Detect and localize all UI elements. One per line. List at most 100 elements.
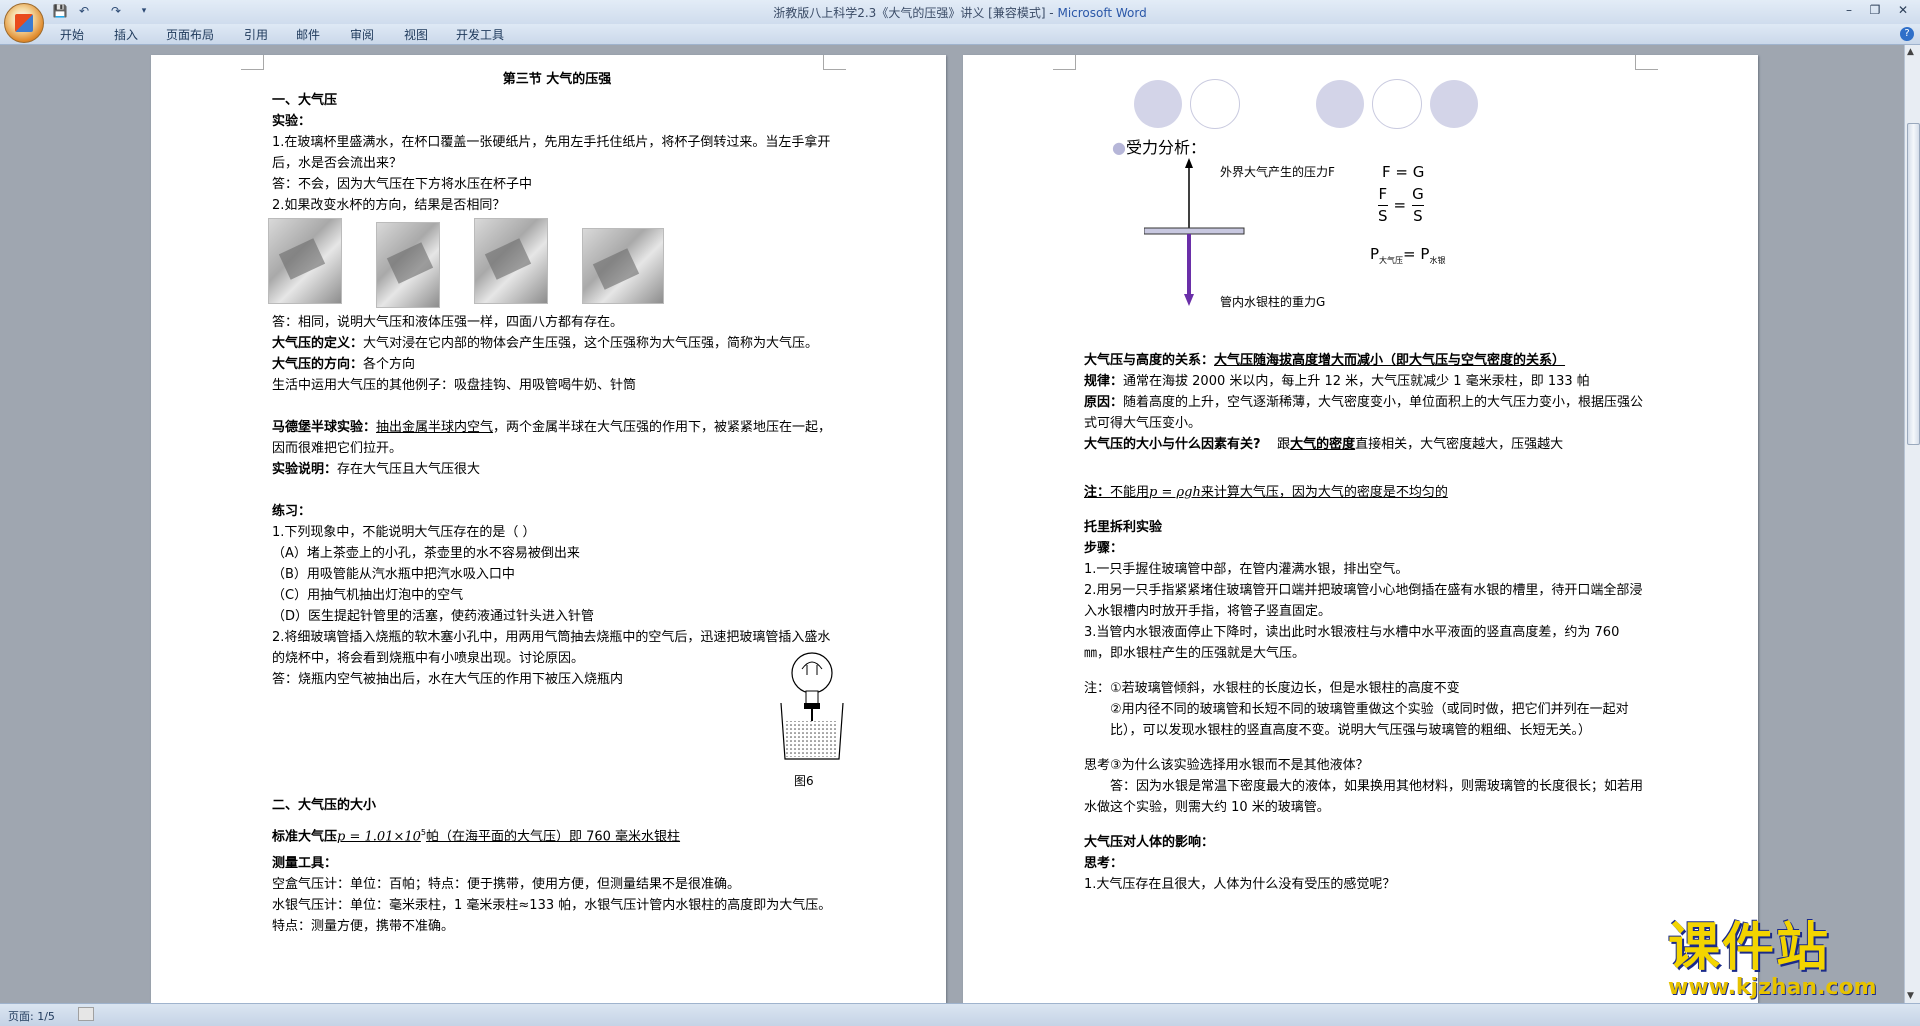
minimize-icon[interactable]: – [1838, 2, 1860, 18]
experiment-answer-2: 答：相同，说明大气压和液体压强一样，四面八方都有存在。 [272, 315, 624, 330]
page-2[interactable]: ●受力分析： 外界大气产生的压力F 管内水银柱的重力G F = G FS = G… [963, 55, 1758, 1015]
scroll-down-icon[interactable]: ▼ [1907, 991, 1914, 1001]
eq-numerator-left: F [1378, 185, 1388, 203]
status-bar: 页面: 1/5 [0, 1003, 1920, 1026]
tab-mailings[interactable]: 邮件 [292, 26, 324, 43]
heading-pressure-magnitude: 二、大气压的大小 [272, 798, 377, 813]
magdeburg-label: 马德堡半球实验： [272, 420, 377, 435]
equation-f-equals-g: F = G [1382, 163, 1425, 181]
practice-label: 练习： [272, 504, 312, 519]
vertical-scrollbar[interactable]: ▲ ▼ [1904, 45, 1920, 1003]
proofing-icon[interactable] [78, 1007, 94, 1021]
experiment-label: 实验： [272, 114, 312, 129]
crop-mark [241, 55, 264, 70]
direction-label: 大气压的方向： [272, 357, 364, 372]
factor-pre: 跟 [1277, 437, 1291, 452]
scroll-up-icon[interactable]: ▲ [1907, 47, 1914, 57]
downward-force-label: 管内水银柱的重力G [1220, 295, 1326, 309]
life-examples: 生活中运用大气压的其他例子：吸盘挂钩、用吸管喝牛奶、针筒 [272, 378, 637, 393]
rule-label: 规律： [1084, 374, 1124, 389]
torricelli-heading: 托里拆利实验 [1084, 520, 1163, 535]
experiment-question-2: 2.如果改变水杯的方向，结果是否相同？ [272, 198, 506, 213]
standard-pressure-text: 帕（在海平面的大气压）即 760 毫米水银柱 [425, 829, 681, 845]
heading-atmospheric-pressure: 一、大气压 [272, 93, 338, 108]
factor-text: 直接相关，大气密度越大，压强越大 [1355, 437, 1564, 452]
experiment-photos [268, 218, 842, 310]
help-icon[interactable]: ? [1900, 27, 1914, 41]
option-b: （B）用吸管能从汽水瓶中把汽水吸入口中 [272, 567, 515, 582]
think-question-1: 1.大气压存在且很大，人体为什么没有受压的感觉呢？ [1084, 877, 1396, 892]
app-name: Microsoft Word [1057, 6, 1147, 20]
magdeburg-underline: 抽出金属半球内空气 [376, 420, 494, 435]
definition-label: 大气压的定义： [272, 336, 364, 351]
definition-text: 大气对浸在它内部的物体会产生压强，这个压强称为大气压强，简称为大气压。 [363, 336, 819, 351]
ribbon-tabs: 开始 插入 页面布局 引用 邮件 审阅 视图 开发工具 ? [0, 24, 1920, 45]
page-1-content: 第三节 大气的压强 一、大气压 实验： 1.在玻璃杯里盛满水，在杯口覆盖一张硬纸… [268, 69, 844, 937]
page-1[interactable]: 第三节 大气的压强 一、大气压 实验： 1.在玻璃杯里盛满水，在杯口覆盖一张硬纸… [151, 55, 946, 1015]
tab-insert[interactable]: 插入 [110, 26, 142, 43]
experiment-answer-1: 答：不会，因为大气压在下方将水压在杯子中 [272, 177, 533, 192]
scroll-thumb[interactable] [1907, 123, 1920, 445]
eq-numerator-right: G [1412, 185, 1424, 203]
altitude-text: 大气压随海拔高度增大而减小（即大气压与空气密度的关系） [1214, 353, 1566, 368]
explanation-label: 实验说明： [272, 462, 338, 477]
cup-photo [474, 218, 548, 304]
option-a: （A）堵上茶壶上的小孔，茶壶里的水不容易被倒出来 [272, 546, 580, 561]
crop-mark [823, 55, 846, 70]
note-label: 注： [1084, 485, 1111, 500]
standard-pressure-label: 标准大气压 [272, 829, 338, 845]
tab-developer[interactable]: 开发工具 [452, 26, 508, 43]
document-title: 浙教版八上科学2.3《大气的压强》讲义 [兼容模式] - [773, 6, 1058, 20]
explanation-text: 存在大气压且大气压很大 [337, 462, 481, 477]
decorative-circles [1134, 75, 1644, 133]
office-button[interactable] [4, 3, 44, 43]
title-bar: 💾 ↶ ↷ ▾ 浙教版八上科学2.3《大气的压强》讲义 [兼容模式] - Mic… [0, 0, 1920, 43]
document-workspace[interactable]: 第三节 大气的压强 一、大气压 实验： 1.在玻璃杯里盛满水，在杯口覆盖一张硬纸… [0, 45, 1904, 1015]
practice-question-1: 1.下列现象中，不能说明大气压存在的是（ ） [272, 525, 536, 540]
restore-icon[interactable]: ❐ [1864, 2, 1886, 18]
force-diagram: 外界大气产生的压力F 管内水银柱的重力G F = G FS = GS P大气压=… [1084, 158, 1644, 350]
upward-force-label: 外界大气产生的压力F [1220, 165, 1335, 179]
site-watermark: 课件站 www.kjzhan.com [1668, 920, 1908, 1002]
think-answer-3: 答：因为水银是常温下密度最大的液体，如果换用其他材料，则需玻璃管的长度很长；如若… [1084, 779, 1644, 815]
note-2-item-2: ②用内径不同的玻璃管和长短不同的玻璃管重做这个实验（或同时做，把它们并列在一起对… [1110, 702, 1629, 738]
section-title: 第三节 大气的压强 [502, 72, 612, 87]
crop-mark [1053, 55, 1076, 70]
option-d: （D）医生提起针管里的活塞，使药液通过针头进入针管 [272, 609, 595, 624]
force-analysis-title: 受力分析： [1125, 138, 1206, 157]
bullet-icon: ● [1112, 138, 1126, 157]
note-formula: p = ρgh [1149, 485, 1201, 500]
office-logo-icon [15, 14, 33, 32]
direction-text: 各个方向 [363, 357, 416, 372]
practice-question-2: 2.将细玻璃管插入烧瓶的软木塞小孔中，用两用气筒抽去烧瓶中的空气后，迅速把玻璃管… [272, 630, 831, 666]
body-effect-heading: 大气压对人体的影响： [1084, 835, 1215, 850]
page-indicator[interactable]: 页面: 1/5 [8, 1008, 55, 1024]
step-2: 2.用另一只手指紧紧堵住玻璃管开口端并把玻璃管小心地倒插在盛有水银的槽里，待开口… [1084, 583, 1643, 619]
tab-review[interactable]: 审阅 [346, 26, 378, 43]
factor-underline: 大气的密度 [1290, 437, 1356, 452]
watermark-text: 课件站 [1668, 918, 1831, 978]
standard-pressure-formula: p = 1.01×10 [337, 829, 421, 845]
altitude-label: 大气压与高度的关系： [1084, 353, 1215, 368]
tab-page-layout[interactable]: 页面布局 [162, 26, 218, 43]
rule-text: 通常在海拔 2000 米以内，每上升 12 米，大气压就减少 1 毫米汞柱，即 … [1123, 374, 1590, 389]
practice-answer-2: 答：烧瓶内空气被抽出后，水在大气压的作用下被压入烧瓶内 [272, 672, 624, 687]
crop-mark [1635, 55, 1658, 70]
step-1: 1.一只手握住玻璃管中部，在管内灌满水银，排出空气。 [1084, 562, 1409, 577]
think-label: 思考： [1084, 856, 1124, 871]
tab-home[interactable]: 开始 [56, 26, 88, 43]
equation-pressure-ratio: FS = GS [1378, 185, 1424, 225]
tools-label: 测量工具： [272, 856, 338, 872]
note-2-item-1: 注：①若玻璃管倾斜，水银柱的长度边长，但是水银柱的高度不变 [1084, 681, 1460, 696]
note-text-1: 不能用 [1110, 485, 1150, 500]
eq-denominator-right: S [1412, 205, 1424, 225]
note-text-2: 来计算大气压，因为大气的密度是不均匀的 [1200, 485, 1448, 500]
close-icon[interactable]: ✕ [1892, 2, 1914, 18]
tab-references[interactable]: 引用 [240, 26, 272, 43]
factor-label: 大气压的大小与什么因素有关? [1084, 437, 1261, 452]
window-title: 浙教版八上科学2.3《大气的压强》讲义 [兼容模式] - Microsoft W… [0, 4, 1920, 21]
tab-view[interactable]: 视图 [400, 26, 432, 43]
watermark-url: www.kjzhan.com [1668, 975, 1877, 1000]
page-2-content: ●受力分析： 外界大气产生的压力F 管内水银柱的重力G F = G FS = G… [1084, 69, 1644, 895]
think-question-3: 思考③为什么该实验选择用水银而不是其他液体？ [1084, 758, 1369, 773]
